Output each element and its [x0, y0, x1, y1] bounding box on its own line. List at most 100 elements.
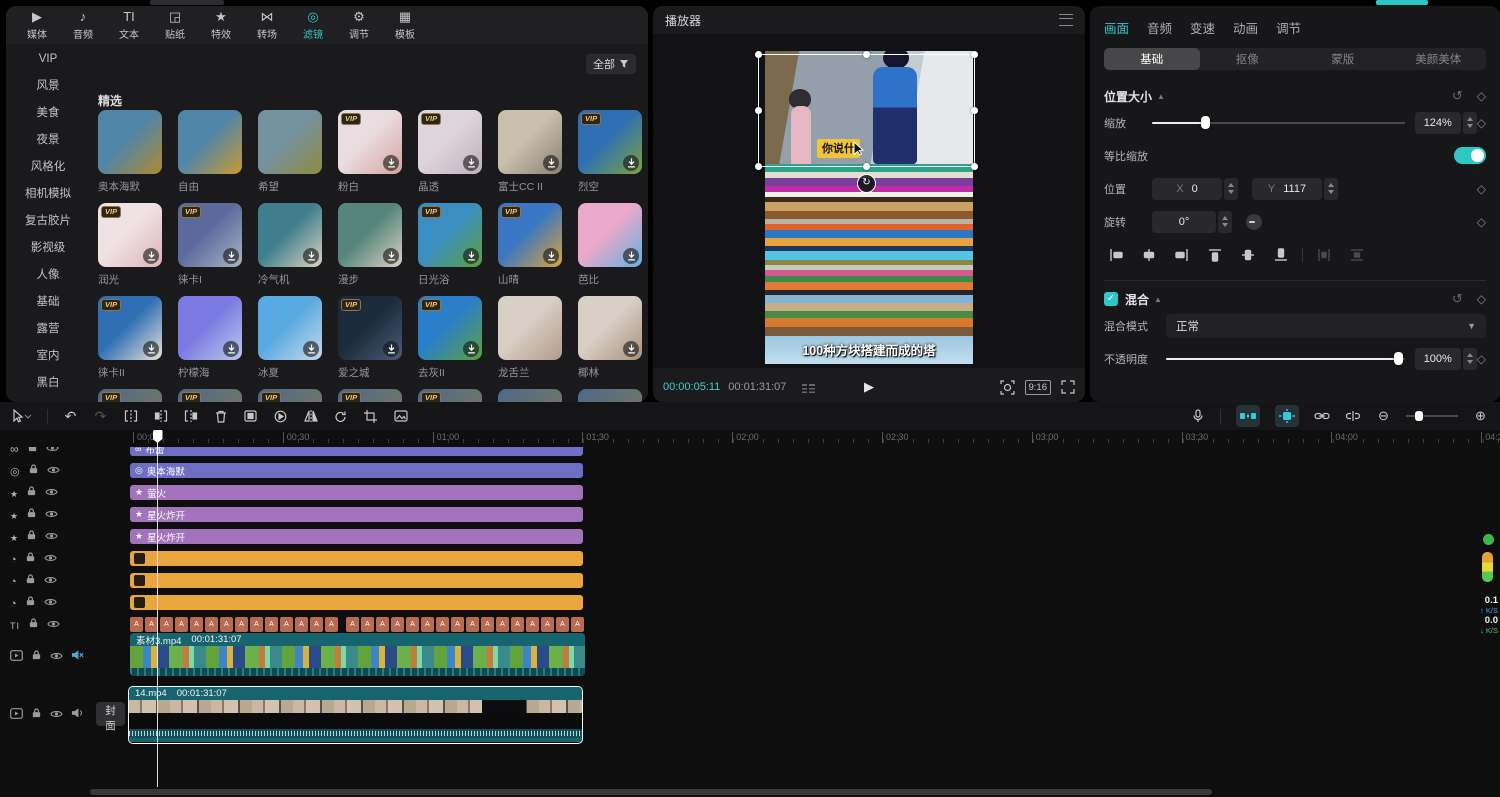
text-segment[interactable]: A: [310, 617, 323, 632]
record-voiceover-button[interactable]: [1190, 407, 1205, 425]
eye-icon[interactable]: [47, 462, 60, 480]
filter-card[interactable]: 龙舌兰: [498, 296, 578, 389]
download-icon[interactable]: [623, 341, 639, 357]
text-segment[interactable]: A: [571, 617, 584, 632]
filter-card[interactable]: 自由: [178, 110, 258, 203]
mirror-button[interactable]: [303, 407, 318, 425]
download-icon[interactable]: [223, 248, 239, 264]
align-bottom-icon[interactable]: [1269, 247, 1293, 264]
text-segment[interactable]: A: [526, 617, 539, 632]
opacity-slider[interactable]: [1166, 352, 1405, 365]
redo-button[interactable]: ↷: [93, 407, 108, 425]
opacity-value[interactable]: 100%: [1415, 348, 1461, 370]
subtab-抠像[interactable]: 抠像: [1200, 48, 1296, 70]
text-segment[interactable]: A: [361, 617, 374, 632]
lock-icon[interactable]: [28, 616, 39, 634]
frames-grid-icon[interactable]: [802, 382, 815, 393]
speaker-mute-icon[interactable]: [71, 648, 84, 666]
rotate-handle[interactable]: ↻: [857, 174, 876, 193]
filter-card[interactable]: VIP山晴: [498, 203, 578, 296]
position-y-field[interactable]: Y1117: [1252, 178, 1322, 200]
subtab-蒙版[interactable]: 蒙版: [1295, 48, 1391, 70]
opacity-keyframe-icon-2[interactable]: ◇: [1477, 352, 1486, 366]
download-icon[interactable]: [383, 155, 399, 171]
position-keyframe-icon[interactable]: ◇: [1477, 182, 1486, 196]
eye-icon[interactable]: [44, 572, 57, 590]
download-icon[interactable]: [623, 248, 639, 264]
eye-icon[interactable]: [47, 616, 60, 634]
text-segment[interactable]: A: [376, 617, 389, 632]
eye-icon[interactable]: [45, 506, 58, 524]
blend-collapse-caret-icon[interactable]: ▲: [1154, 295, 1162, 304]
toolbar-item-text[interactable]: TI文本: [108, 10, 150, 41]
video-clip-14mp4-selected[interactable]: 14.mp4 00:01:31:07: [128, 686, 583, 744]
split-button[interactable]: [123, 407, 138, 425]
text-segment[interactable]: A: [391, 617, 404, 632]
scale-keyframe-icon[interactable]: ◇: [1477, 116, 1486, 130]
sidebar-item-露营[interactable]: 露营: [6, 316, 90, 343]
lock-icon[interactable]: [26, 484, 37, 502]
toolbar-item-audio[interactable]: ♪音频: [62, 10, 104, 41]
download-icon[interactable]: [463, 155, 479, 171]
download-icon[interactable]: [543, 155, 559, 171]
eye-icon[interactable]: [50, 648, 63, 666]
keyframe-diamond-icon[interactable]: ◇: [1477, 89, 1486, 103]
toolbar-item-template[interactable]: ▦模板: [384, 10, 426, 41]
filter-card[interactable]: VIP粉白: [338, 110, 418, 203]
rotate-keyframe-icon[interactable]: ◇: [1477, 215, 1486, 229]
filter-card[interactable]: 柠檬海: [178, 296, 258, 389]
freeze-frame-button[interactable]: [273, 407, 288, 425]
filter-card[interactable]: VIP爱之城: [338, 296, 418, 389]
download-icon[interactable]: [143, 341, 159, 357]
text-segment[interactable]: A: [406, 617, 419, 632]
position-x-stepper[interactable]: [1224, 178, 1238, 200]
download-icon[interactable]: [543, 248, 559, 264]
text-segment[interactable]: A: [511, 617, 524, 632]
filter-card[interactable]: 冷气机: [258, 203, 338, 296]
playhead-line[interactable]: [157, 430, 158, 787]
sticker-track-clip[interactable]: [130, 551, 583, 566]
lock-icon[interactable]: [25, 550, 36, 568]
download-icon[interactable]: [303, 248, 319, 264]
text-segment[interactable]: A: [220, 617, 233, 632]
sidebar-item-VIP[interactable]: VIP: [6, 46, 90, 73]
filter-card[interactable]: VIP晶透: [418, 110, 498, 203]
lock-icon[interactable]: [26, 528, 37, 546]
sticker-track-clip[interactable]: [130, 573, 583, 588]
text-segment[interactable]: A: [175, 617, 188, 632]
text-track-segments[interactable]: AAAAAAAAAAAAAAAAAAAAAAAAAAAAAA: [130, 617, 586, 632]
effect-track-clip[interactable]: ★星火炸开: [130, 507, 583, 522]
sidebar-item-美食[interactable]: 美食: [6, 100, 90, 127]
toolbar-item-adjust[interactable]: ⚙调节: [338, 10, 380, 41]
effect-track-clip[interactable]: ★星火炸开: [130, 529, 583, 544]
link-button[interactable]: [1314, 407, 1330, 425]
filter-card[interactable]: VIP烈空: [578, 110, 648, 203]
text-segment[interactable]: A: [235, 617, 248, 632]
reset-icon[interactable]: ↺: [1452, 88, 1463, 104]
text-segment[interactable]: A: [451, 617, 464, 632]
download-icon[interactable]: [223, 341, 239, 357]
resize-handle-w[interactable]: [755, 107, 762, 114]
time-ruler[interactable]: 00:0000:3001:0001:3002:0002:3003:0003:30…: [0, 430, 1500, 447]
cover-button[interactable]: 封面: [96, 702, 125, 726]
video-preview[interactable]: 你说什 100种方块搭建而成的塔: [765, 51, 973, 364]
download-icon[interactable]: [623, 155, 639, 171]
text-segment[interactable]: A: [250, 617, 263, 632]
matting-button[interactable]: [393, 407, 408, 425]
download-icon[interactable]: [383, 248, 399, 264]
text-segment[interactable]: A: [205, 617, 218, 632]
speaker-icon[interactable]: [71, 706, 84, 724]
align-middle-v-icon[interactable]: [1236, 247, 1260, 264]
sidebar-item-相机模拟[interactable]: 相机模拟: [6, 181, 90, 208]
player-menu-icon[interactable]: [1059, 14, 1073, 26]
toolbar-item-effects[interactable]: ★特效: [200, 10, 242, 41]
eye-icon[interactable]: [45, 484, 58, 502]
filter-card[interactable]: VIP徕卡I: [178, 203, 258, 296]
crop-button[interactable]: [363, 407, 378, 425]
play-button[interactable]: ▶: [858, 378, 880, 396]
horizontal-scrollbar[interactable]: [90, 789, 1212, 795]
blend-mode-dropdown[interactable]: 正常 ▼: [1166, 314, 1486, 338]
rotate-dial[interactable]: [1246, 214, 1262, 230]
collapse-caret-icon[interactable]: ▲: [1157, 92, 1165, 101]
eye-icon[interactable]: [50, 706, 63, 724]
